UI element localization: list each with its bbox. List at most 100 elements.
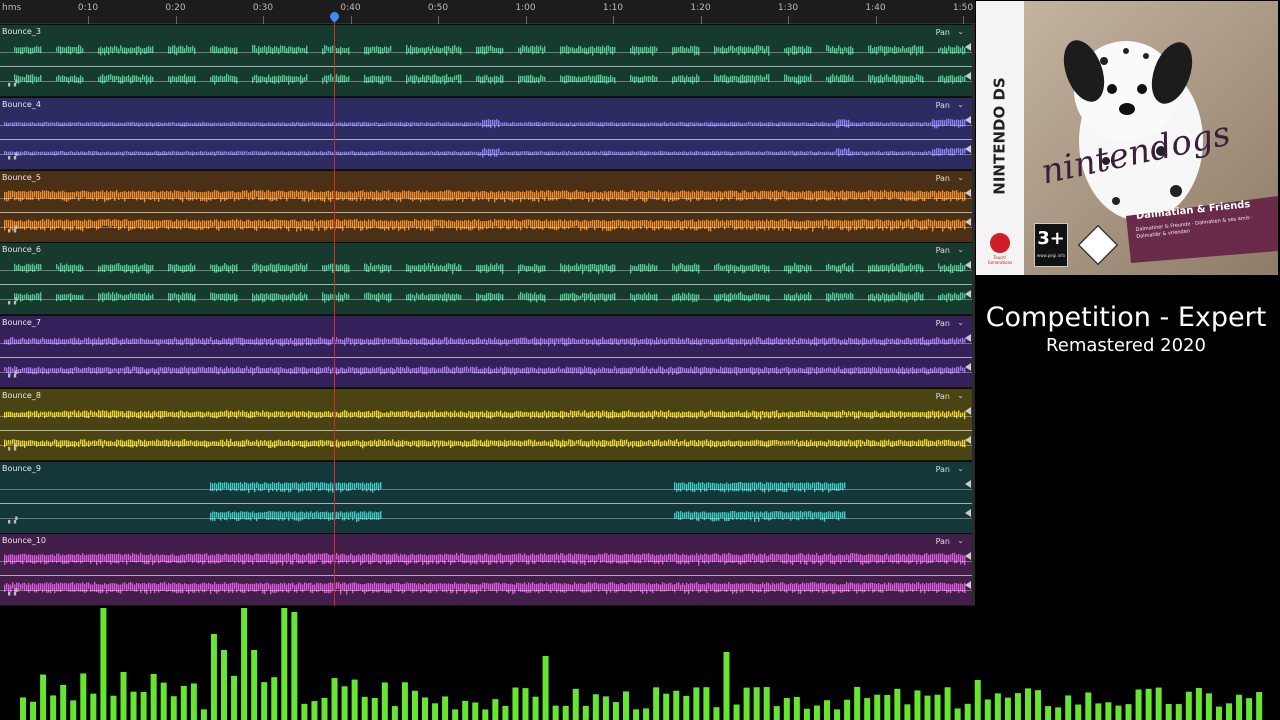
volume-handle-icon[interactable] xyxy=(965,72,971,80)
level-meter-icon: ▖▗▘ xyxy=(8,225,20,233)
waveform-segment xyxy=(770,411,772,418)
waveform-segment xyxy=(564,219,566,230)
waveform-segment xyxy=(192,45,194,52)
pan-control[interactable]: Pan xyxy=(936,246,950,255)
track-bounce-7[interactable]: Bounce_7 Pan ⌄ ▖▗▘ xyxy=(0,315,972,387)
waveform-segment xyxy=(656,47,658,52)
waveform-segment xyxy=(756,220,758,231)
track-bounce-4[interactable]: Bounce_4 Pan ⌄ ▖▗▘ xyxy=(0,96,972,169)
waveform-segment xyxy=(662,191,664,201)
waveform-segment xyxy=(494,75,496,85)
timeline-ruler[interactable]: hms 0:10 0:20 0:30 0:40 0:50 1:00 1:10 1:20 1:30… xyxy=(0,0,975,24)
volume-handle-icon[interactable] xyxy=(965,363,971,371)
waveform-segment xyxy=(802,46,804,55)
waveform-segment xyxy=(510,191,512,201)
chevron-down-icon[interactable]: ⌄ xyxy=(957,100,964,109)
waveform-segment xyxy=(46,218,48,227)
volume-handle-icon[interactable] xyxy=(965,115,971,124)
waveform-segment xyxy=(112,219,114,226)
waveform-segment xyxy=(4,367,6,372)
volume-handle-icon[interactable] xyxy=(965,217,971,226)
waveform-segment xyxy=(328,366,330,372)
waveform-segment xyxy=(364,411,366,418)
waveform-segment xyxy=(614,190,616,198)
waveform-segment xyxy=(570,410,572,416)
track-bounce-3[interactable]: Bounce_3 Pan ⌄ ▖▗▘ xyxy=(0,24,972,96)
volume-handle-icon[interactable] xyxy=(965,290,971,299)
waveform-segment xyxy=(726,219,728,227)
channel-divider xyxy=(0,66,972,67)
track-bounce-5[interactable]: Bounce_5 Pan ⌄ ▖▗▘ xyxy=(0,169,972,242)
waveform-segment xyxy=(610,220,612,231)
pan-control[interactable]: Pan xyxy=(936,28,950,37)
waveform-segment xyxy=(730,45,732,52)
waveform-segment xyxy=(22,337,24,343)
waveform-segment xyxy=(918,292,920,300)
waveform-segment xyxy=(570,192,572,200)
waveform-segment xyxy=(856,220,858,230)
volume-handle-icon[interactable] xyxy=(965,188,971,197)
track-bounce-8[interactable]: Bounce_8 Pan ⌄ ▖▗▘ xyxy=(0,387,972,460)
waveform-segment xyxy=(252,293,254,303)
volume-handle-icon[interactable] xyxy=(965,43,971,51)
waveform-segment xyxy=(744,295,746,302)
waveform-segment xyxy=(560,190,562,198)
waveform-segment xyxy=(412,75,414,84)
chevron-down-icon[interactable]: ⌄ xyxy=(957,245,964,254)
waveform-segment xyxy=(120,45,122,52)
chevron-down-icon[interactable]: ⌄ xyxy=(957,27,964,36)
waveform-segment xyxy=(114,45,116,52)
waveform-segment xyxy=(792,219,794,227)
waveform-segment xyxy=(410,45,412,55)
waveform-segment xyxy=(962,191,964,201)
waveform-segment xyxy=(900,219,902,226)
waveform-segment xyxy=(664,190,666,201)
chevron-down-icon[interactable]: ⌄ xyxy=(957,173,964,182)
ruler-tick-label: 0:50 xyxy=(427,3,449,13)
pan-control[interactable]: Pan xyxy=(936,319,950,328)
waveform-segment xyxy=(784,190,786,198)
waveform-segment xyxy=(542,294,544,302)
waveform-segment xyxy=(844,293,846,299)
waveform-segment xyxy=(764,220,766,230)
waveform-segment xyxy=(608,220,610,231)
waveform-segment xyxy=(116,75,118,81)
waveform-segment xyxy=(674,191,676,201)
volume-handle-icon[interactable] xyxy=(965,144,971,153)
waveform-segment xyxy=(784,338,786,343)
waveform-segment xyxy=(682,220,684,230)
waveform-segment xyxy=(342,191,344,201)
channel-centerline xyxy=(0,153,972,155)
channel-centerline xyxy=(0,226,972,228)
waveform-segment xyxy=(702,190,704,198)
track-name: Bounce_7 xyxy=(2,318,41,327)
waveform-segment xyxy=(584,219,586,229)
waveform-segment xyxy=(446,411,448,416)
waveform-segment xyxy=(394,190,396,200)
waveform-segment xyxy=(326,219,328,229)
waveform-segment xyxy=(634,366,636,372)
waveform-segment xyxy=(236,294,238,302)
waveform-segment xyxy=(762,264,764,271)
waveform-segment xyxy=(446,294,448,303)
volume-handle-icon[interactable] xyxy=(965,261,971,270)
channel-centerline xyxy=(0,270,972,272)
pan-control[interactable]: Pan xyxy=(936,101,950,110)
waveform-segment xyxy=(512,191,514,202)
ruler-tick-mark xyxy=(613,16,614,24)
waveform-segment xyxy=(274,75,276,85)
pan-control[interactable]: Pan xyxy=(936,174,950,183)
waveform-segment xyxy=(646,191,648,201)
waveform-segment xyxy=(590,76,592,84)
chevron-down-icon[interactable]: ⌄ xyxy=(957,318,964,327)
waveform-segment xyxy=(64,191,66,201)
waveform-segment xyxy=(716,191,718,201)
waveform-segment xyxy=(70,293,72,302)
waveform-segment xyxy=(836,219,838,227)
track-bounce-6[interactable]: Bounce_6 Pan ⌄ ▖▗▘ xyxy=(0,242,972,315)
ruler-tick-label: 1:00 xyxy=(515,3,536,13)
waveform-segment xyxy=(384,190,386,198)
volume-handle-icon[interactable] xyxy=(965,334,971,342)
waveform-segment xyxy=(662,220,664,227)
waveform-segment xyxy=(522,264,524,270)
